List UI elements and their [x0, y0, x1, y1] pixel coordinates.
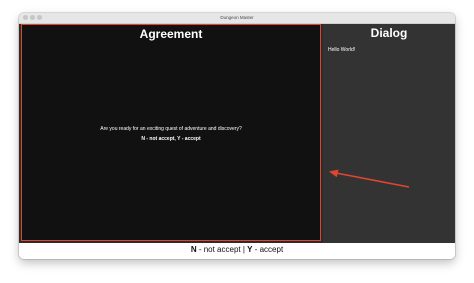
agreement-heading: Agreement: [139, 27, 203, 41]
dialog-message: Hello World!: [328, 47, 356, 53]
window-title: Dungeon Master: [220, 15, 254, 20]
key-hint-bar: N - not accept | Y - accept: [19, 243, 455, 259]
dialog-panel: Dialog Hello World!: [323, 24, 455, 243]
dialog-heading: Dialog: [370, 26, 408, 40]
agreement-panel: Agreement Are you ready for an exciting …: [21, 24, 321, 241]
key-n-description: - not accept |: [196, 245, 248, 254]
main-content: Agreement Are you ready for an exciting …: [19, 24, 455, 243]
agreement-question: Are you ready for an exciting quest of a…: [100, 126, 242, 132]
app-window: Dungeon Master Agreement Are you ready f…: [19, 13, 455, 259]
title-bar[interactable]: Dungeon Master: [19, 13, 455, 24]
agreement-hint: N - not accept, Y - accept: [141, 136, 201, 142]
key-y-description: - accept: [252, 245, 284, 254]
